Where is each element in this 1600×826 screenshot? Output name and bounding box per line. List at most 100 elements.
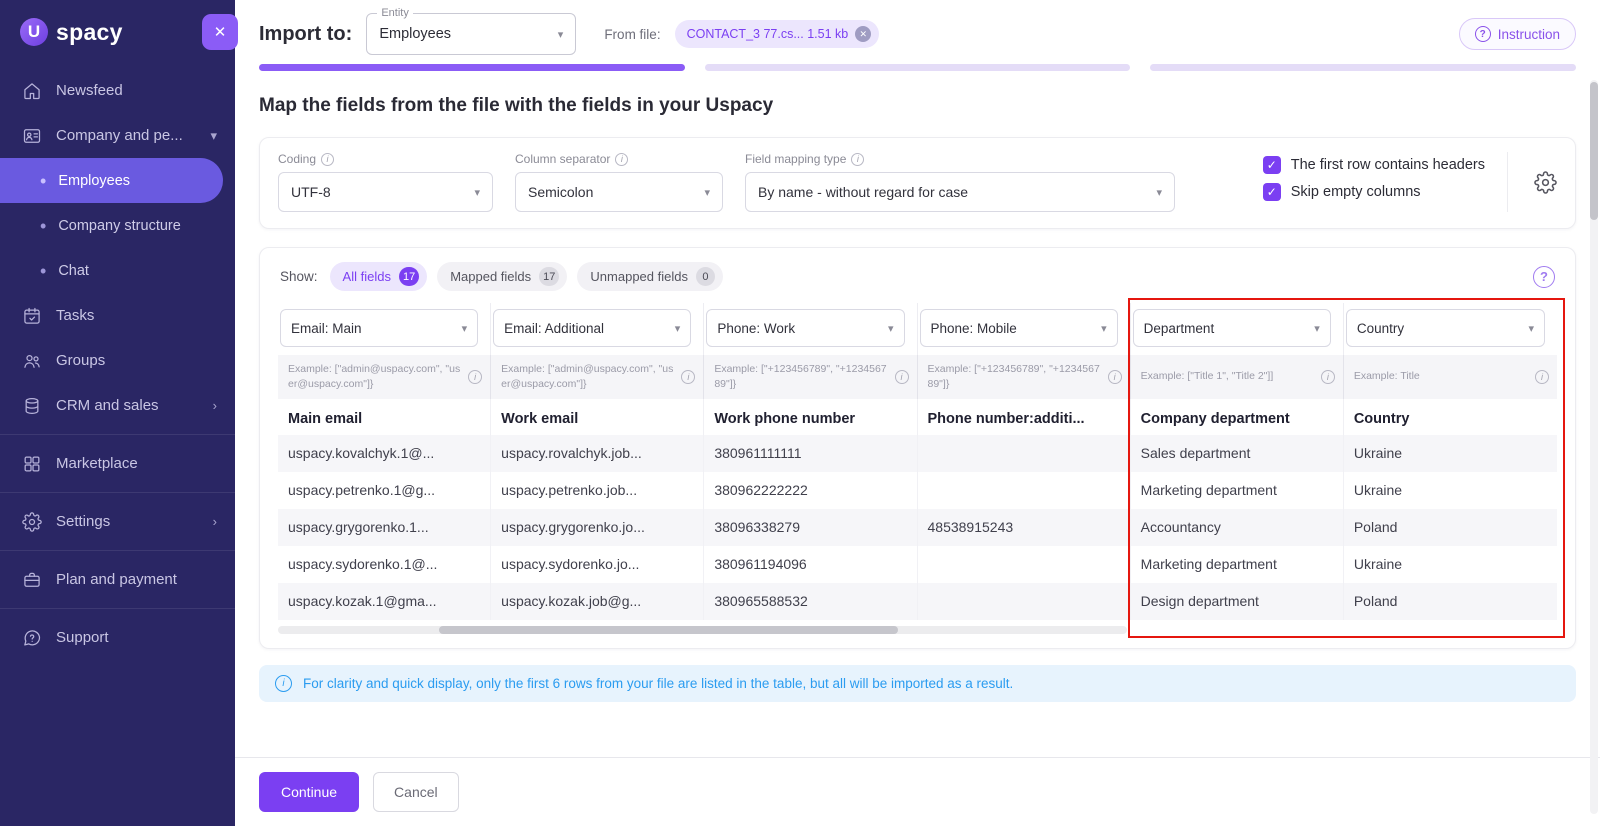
coding-label: Coding <box>278 152 317 166</box>
advanced-settings <box>1507 152 1557 212</box>
example-text: Example: ["admin@uspacy.com", "user@uspa… <box>288 362 461 390</box>
gear-icon <box>22 511 42 532</box>
sidebar-item-settings[interactable]: Settings › <box>0 499 235 544</box>
example-cell: Example: ["admin@uspacy.com", "user@uspa… <box>491 355 705 399</box>
instruction-button[interactable]: ? Instruction <box>1458 18 1576 50</box>
mapping-type-field: Field mapping type i By name - without r… <box>745 152 1175 212</box>
field-mapping-select[interactable]: Phone: Mobile ▾ <box>919 309 1118 347</box>
briefcase-icon <box>24 572 40 587</box>
chevron-down-icon: ▾ <box>461 322 468 335</box>
from-file-label: From file: <box>604 26 661 42</box>
filter-all-fields[interactable]: All fields 17 <box>329 262 428 291</box>
chevron-down-icon: ▾ <box>474 186 480 199</box>
file-chip[interactable]: CONTACT_3 77.cs... 1.51 kb ✕ <box>674 20 880 48</box>
column-mapping-cell: Email: Main ▾ <box>278 303 492 355</box>
field-mapping-select[interactable]: Department ▾ <box>1132 309 1331 347</box>
column-mapping-cell: Country ▾ <box>1344 303 1557 355</box>
example-cell: Example: ["admin@uspacy.com", "user@uspa… <box>278 355 492 399</box>
logo-text: spacy <box>56 18 123 45</box>
filter-label: Unmapped fields <box>590 269 688 284</box>
chevron-down-icon: ▾ <box>674 322 681 335</box>
sidebar-divider <box>0 434 235 435</box>
column-header: Work email <box>491 399 705 435</box>
sidebar-item-chat[interactable]: • Chat <box>0 248 235 293</box>
sidebar-item-label: Chat <box>58 262 89 279</box>
continue-button[interactable]: Continue <box>259 772 360 812</box>
filter-unmapped-fields[interactable]: Unmapped fields 0 <box>577 262 723 291</box>
field-mapping-select[interactable]: Email: Additional ▾ <box>493 309 692 347</box>
mapping-type-value: By name - without regard for case <box>758 184 969 200</box>
field-mapping-select[interactable]: Country ▾ <box>1345 309 1545 347</box>
first-row-headers-checkbox[interactable]: ✓ The first row contains headers <box>1262 156 1485 174</box>
table-cell: uspacy.rovalchyk.job... <box>491 435 705 472</box>
field-mapping-card: Show: All fields 17 Mapped fields 17 Unm… <box>259 247 1576 649</box>
filter-label: All fields <box>342 269 391 284</box>
sidebar-item-employees[interactable]: • Employees <box>0 158 223 203</box>
chevron-right-icon: › <box>212 514 217 529</box>
table-cell: uspacy.grygorenko.jo... <box>491 509 705 546</box>
field-mapping-value: Department <box>1143 320 1215 336</box>
sidebar-item-label: CRM and sales <box>56 397 159 414</box>
mapping-type-select[interactable]: By name - without regard for case ▾ <box>745 172 1175 212</box>
column-mapping-cell: Email: Additional ▾ <box>491 303 705 355</box>
content-area: Map the fields from the file with the fi… <box>235 71 1600 757</box>
grid-icon <box>24 456 40 471</box>
filter-mapped-fields[interactable]: Mapped fields 17 <box>437 262 568 291</box>
separator-select[interactable]: Semicolon ▾ <box>515 172 723 212</box>
sidebar-item-marketplace[interactable]: Marketplace <box>0 441 235 486</box>
help-icon[interactable]: ? <box>1533 265 1555 288</box>
progress-step-2 <box>704 64 1131 71</box>
sidebar-item-groups[interactable]: Groups <box>0 338 235 383</box>
gear-icon[interactable] <box>1534 170 1557 194</box>
entity-select[interactable]: Entity Employees ▾ <box>366 7 577 55</box>
sidebar-nav: Newsfeed Company and pe... ▾ • Employees… <box>0 68 235 660</box>
import-header: Import to: Entity Employees ▾ From file:… <box>235 0 1600 64</box>
horizontal-scrollbar-thumb[interactable] <box>439 626 898 634</box>
column-header: Main email <box>278 399 492 435</box>
table-cell: 380962222222 <box>704 472 918 509</box>
remove-file-icon[interactable]: ✕ <box>855 26 872 42</box>
example-cell: Example: ["+123456789", "+123456789"]} i <box>917 355 1131 399</box>
column-header: Phone number:additi... <box>918 399 1131 435</box>
skip-empty-columns-checkbox[interactable]: ✓ Skip empty columns <box>1262 183 1485 201</box>
chat-bubble-icon <box>24 629 41 646</box>
field-mapping-value: Email: Additional <box>504 320 604 336</box>
sidebar-item-newsfeed[interactable]: Newsfeed <box>0 68 235 113</box>
sidebar-item-tasks[interactable]: Tasks <box>0 293 235 338</box>
uspacy-logo[interactable]: U spacy <box>0 0 235 60</box>
sidebar-divider <box>0 492 235 493</box>
table-cell: 48538915243 <box>917 509 1131 546</box>
bullet-icon: • <box>40 215 47 236</box>
sidebar-item-company-and-people[interactable]: Company and pe... ▾ <box>0 113 235 158</box>
column-mapping-cell: Phone: Mobile ▾ <box>918 303 1131 355</box>
table-cell: Ukraine <box>1353 556 1403 572</box>
example-cell: Example: Title i <box>1343 355 1557 399</box>
field-mapping-value: Phone: Work <box>717 320 796 336</box>
coding-select[interactable]: UTF-8 ▾ <box>278 172 493 212</box>
vertical-scrollbar-thumb[interactable] <box>1590 82 1598 220</box>
sidebar-item-support[interactable]: Support <box>0 615 235 660</box>
close-sidebar-button[interactable]: ✕ <box>202 14 238 50</box>
table-cell: 380961111111 <box>704 435 918 472</box>
field-mapping-select[interactable]: Phone: Work ▾ <box>706 309 905 347</box>
example-text: Example: ["Title 1", "Title 2"]] <box>1140 370 1274 383</box>
home-icon <box>24 82 40 99</box>
sidebar-item-company-structure[interactable]: • Company structure <box>0 203 235 248</box>
sidebar-item-plan-and-payment[interactable]: Plan and payment <box>0 557 235 602</box>
sidebar-item-label: Marketplace <box>56 455 138 472</box>
horizontal-scrollbar[interactable] <box>278 626 1128 634</box>
example-cell: Example: ["Title 1", "Title 2"]] i <box>1130 355 1344 399</box>
entity-label: Entity <box>377 7 413 19</box>
table-cell: Sales department <box>1130 435 1344 472</box>
sidebar-item-crm-and-sales[interactable]: CRM and sales › <box>0 383 235 428</box>
cancel-button[interactable]: Cancel <box>373 772 459 812</box>
chevron-down-icon: ▾ <box>887 322 894 335</box>
mapping-table: Email: Main ▾ Email: Additional ▾ Phone:… <box>278 298 1565 638</box>
vertical-scrollbar[interactable] <box>1590 80 1598 814</box>
sidebar-item-label: Company structure <box>58 217 181 234</box>
table-cell: uspacy.petrenko.1@g... <box>278 472 492 509</box>
example-text: Example: ["+123456789", "+123456789"]} <box>927 362 1100 390</box>
table-cell <box>918 472 1131 509</box>
field-mapping-select[interactable]: Email: Main ▾ <box>280 309 479 347</box>
info-icon: i <box>321 152 335 166</box>
